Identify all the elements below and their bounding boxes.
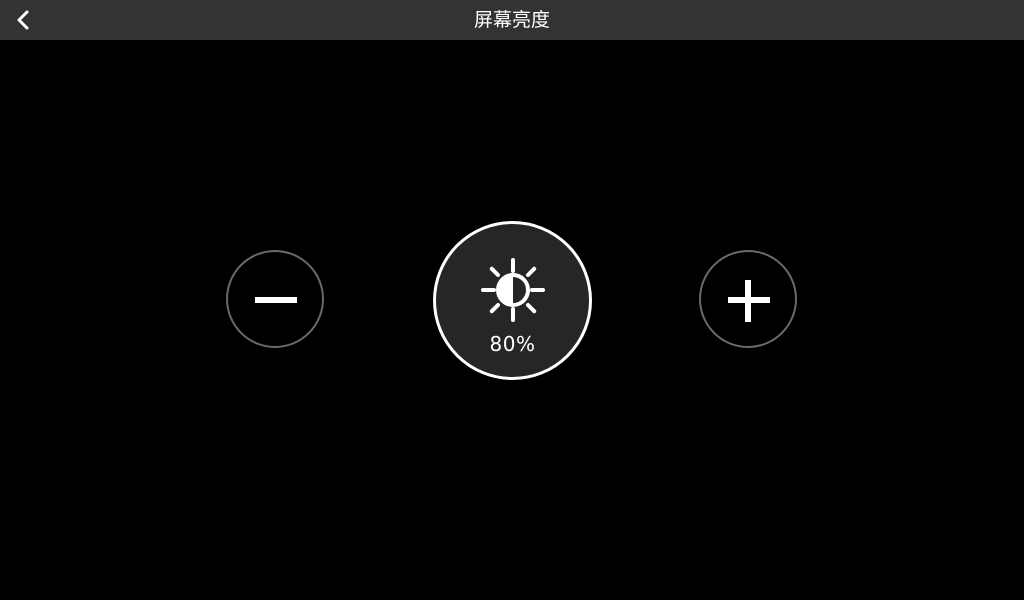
- brightness-dial: 80%: [433, 221, 592, 380]
- increase-brightness-button[interactable]: [699, 250, 797, 348]
- page-title: 屏幕亮度: [473, 9, 550, 31]
- top-bar: 屏幕亮度: [0, 0, 1024, 40]
- decrease-brightness-button[interactable]: [226, 250, 324, 348]
- brightness-value: 80%: [489, 332, 536, 356]
- plus-icon: [728, 280, 770, 322]
- brightness-sun-icon: [481, 258, 545, 322]
- minus-icon: [255, 297, 297, 303]
